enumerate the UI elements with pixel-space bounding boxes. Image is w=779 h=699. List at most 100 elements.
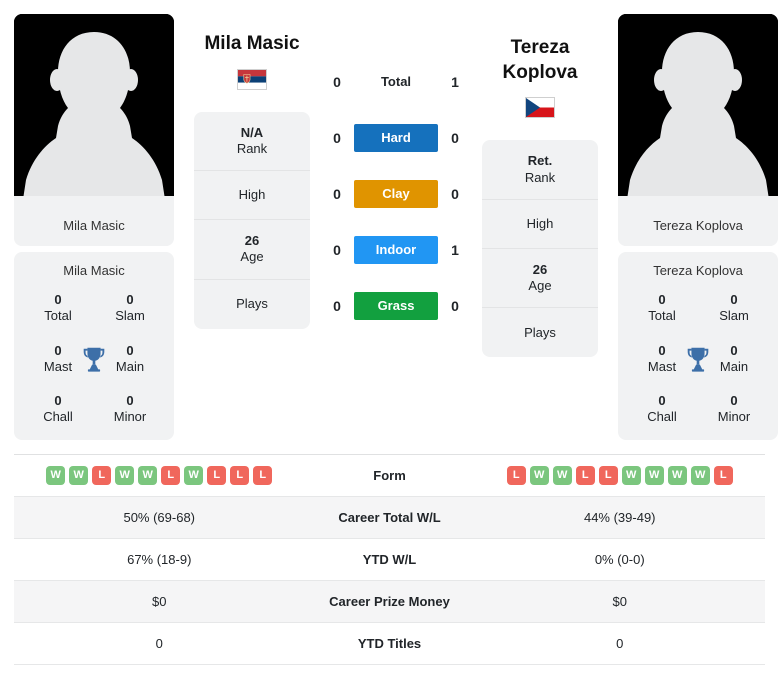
form-chip-win[interactable]: W [138,465,158,485]
left-player-stat-list: N/A Rank High 26 Age Plays [194,111,310,329]
left-titles-grid: 0 Total 0 Slam 0 Mast 0 Main 0 Chall 0 M… [22,292,166,426]
form-chip-loss[interactable]: L [161,465,181,485]
title-label: Minor [717,409,751,425]
title-value: 0 [54,342,62,358]
right-player-avatar-caption: Tereza Koplova [618,206,778,246]
title-value: 0 [658,393,666,408]
stat-row-age: 26 Age [482,249,598,309]
h2h-surface-label-grass[interactable]: Grass [354,292,438,320]
h2h-surface-label-hard[interactable]: Hard [354,124,438,152]
right-player-titles-card: Tereza Koplova 0 Total 0 Slam 0 Mast 0 M… [618,252,778,440]
h2h-left-score: 0 [333,74,341,90]
form-chip-win[interactable]: W [621,465,641,485]
left-player-titles-card: Mila Masic 0 Total 0 Slam 0 Mast 0 Main [14,252,174,440]
form-chip-win[interactable]: W [667,465,687,485]
head-to-head-top-section: Mila Masic Mila Masic 0 Total 0 Slam 0 M… [0,0,779,440]
left-value: 50% (69-68) [123,509,196,525]
form-chip-win[interactable]: W [690,465,710,485]
title-value: 0 [54,292,62,307]
title-cell: 0 Chall [22,393,94,426]
serbia-flag-icon [237,68,267,90]
title-cell: 0 Main [94,343,166,376]
form-chip-win[interactable]: W [529,465,549,485]
title-value: 0 [730,393,738,408]
title-cell: 0 Minor [94,393,166,426]
form-chip-loss[interactable]: L [230,465,250,485]
h2h-right-score: 1 [451,74,459,90]
left-value: 0 [155,635,163,651]
stat-label-career-total-wl: Career Total W/L [338,509,441,525]
h2h-left-score: 0 [333,242,341,258]
stat-value: 26 [244,233,260,249]
right-value: $0 [612,593,627,609]
right-titles-heading: Tereza Koplova [653,263,743,278]
left-player-avatar-card[interactable]: Mila Masic [14,14,174,246]
h2h-right-score: 0 [451,186,459,202]
right-player-avatar-card[interactable]: Tereza Koplova [618,14,778,246]
h2h-surface-label-indoor[interactable]: Indoor [354,236,438,264]
right-titles-grid: 0 Total 0 Slam 0 Mast 0 Main 0 Chall 0 M… [626,292,770,426]
form-chip-loss[interactable]: L [713,465,733,485]
table-row-ytd-titles: 0 YTD Titles 0 [14,623,765,665]
stat-label-ytd-wl: YTD W/L [362,551,417,567]
table-row-career-total-wl: 50% (69-68) Career Total W/L 44% (39-49) [14,496,765,539]
form-chip-win[interactable]: W [69,465,89,485]
form-chip-win[interactable]: W [115,465,135,485]
stat-row-plays: Plays [482,308,598,357]
stat-row-age: 26 Age [194,220,310,280]
avatar [14,14,174,206]
right-form-strip: LWWLLWWWWL [506,465,733,485]
title-cell: 0 Total [22,292,94,325]
table-row-ytd-wl: 67% (18-9) YTD W/L 0% (0-0) [14,539,765,581]
right-value: 0% (0-0) [594,551,645,567]
title-label: Chall [647,409,677,425]
form-chip-win[interactable]: W [644,465,664,485]
form-chip-loss[interactable]: L [598,465,618,485]
title-cell: 0 Slam [94,292,166,325]
title-value: 0 [126,292,134,307]
form-chip-win[interactable]: W [46,465,66,485]
stat-label: Plays [236,296,268,312]
form-chip-loss[interactable]: L [506,465,526,485]
stat-row-plays: Plays [194,280,310,329]
left-player-name[interactable]: Mila Masic [204,32,299,57]
right-player-stat-list: Ret. Rank High 26 Age Plays [482,140,598,358]
title-cell: 0 Total [626,292,698,325]
title-cell: 0 Mast [626,343,698,376]
stat-label: High [238,187,266,203]
left-player-avatar-caption: Mila Masic [14,206,174,246]
right-form-cell: LWWLLWWWWL [475,458,766,493]
left-value: 67% (18-9) [127,551,192,567]
form-chip-win[interactable]: W [552,465,572,485]
h2h-left-score: 0 [333,186,341,202]
right-player-name[interactable]: Tereza Koplova [503,36,578,85]
form-chip-loss[interactable]: L [92,465,112,485]
form-chip-loss[interactable]: L [207,465,227,485]
title-label: Chall [43,409,73,425]
stat-label: Rank [524,169,556,185]
h2h-row-indoor: 0 Indoor 1 [316,234,476,266]
h2h-right-score: 1 [451,242,459,258]
stat-label: Plays [524,324,556,340]
comparison-stats-table: WWLWWLWLLL Form LWWLLWWWWL 50% (69-68) C… [14,453,766,665]
form-chip-win[interactable]: W [184,465,204,485]
form-chip-loss[interactable]: L [253,465,273,485]
title-value: 0 [54,393,62,408]
left-player-column: Mila Masic Mila Masic 0 Total 0 Slam 0 M… [14,14,174,440]
title-value: 0 [658,292,666,307]
h2h-left-score: 0 [333,130,341,146]
h2h-row-hard: 0 Hard 0 [316,122,476,154]
h2h-surface-label-clay[interactable]: Clay [354,180,438,208]
stat-value: N/A [240,124,264,140]
stat-row-rank: N/A Rank [194,112,310,172]
title-label: Total [648,308,676,324]
title-value: 0 [126,342,134,358]
h2h-row-grass: 0 Grass 0 [316,290,476,322]
form-chip-loss[interactable]: L [575,465,595,485]
h2h-surface-column: 0 Total 1 0 Hard 0 0 Clay 0 0 Indoor 1 0… [316,14,476,322]
h2h-left-score: 0 [333,298,341,314]
stat-label: Rank [236,140,268,156]
left-titles-heading: Mila Masic [63,263,125,278]
h2h-row-clay: 0 Clay 0 [316,178,476,210]
title-label: Minor [113,409,147,425]
